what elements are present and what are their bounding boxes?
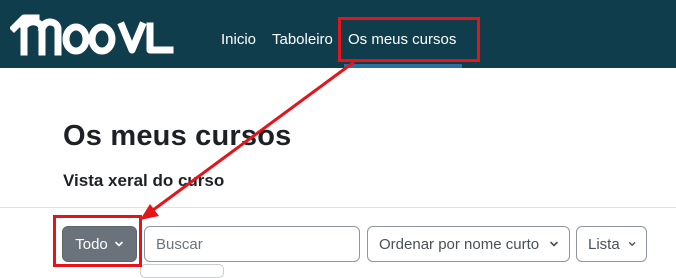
grouping-dropdown-label: Todo	[75, 235, 108, 253]
nav-taboleiro[interactable]: Taboleiro	[272, 30, 333, 50]
site-logo[interactable]	[10, 12, 186, 58]
nav-active-indicator	[344, 64, 462, 68]
page-title: Os meus cursos	[63, 120, 292, 152]
nav-inicio[interactable]: Inicio	[221, 30, 256, 50]
course-overview-heading: Vista xeral do curso	[63, 171, 225, 190]
top-navbar: Inicio Taboleiro Os meus cursos	[0, 0, 676, 68]
grouping-dropdown-button[interactable]: Todo	[62, 226, 137, 262]
sort-dropdown-label: Ordenar por nome curto	[379, 235, 540, 253]
chevron-down-icon	[550, 241, 558, 247]
course-search-input[interactable]	[144, 226, 360, 262]
view-dropdown-label: Lista	[588, 235, 620, 253]
nav-os-meus-cursos[interactable]: Os meus cursos	[348, 30, 456, 50]
view-dropdown[interactable]: Lista	[576, 226, 647, 262]
chevron-down-icon	[628, 242, 636, 246]
partial-control-below	[140, 264, 224, 278]
sort-dropdown[interactable]: Ordenar por nome curto	[367, 226, 570, 262]
chevron-down-icon	[114, 241, 123, 247]
section-divider	[0, 207, 676, 208]
